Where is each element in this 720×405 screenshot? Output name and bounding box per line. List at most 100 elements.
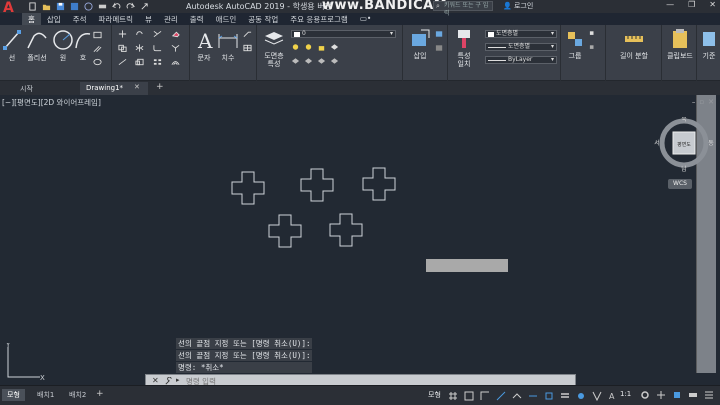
tab-parametric[interactable]: 파라메트릭 — [93, 13, 140, 25]
add-layout-button[interactable]: + — [96, 389, 104, 399]
layer-on-icon[interactable] — [291, 43, 300, 51]
layer-iso-icon[interactable] — [330, 43, 339, 51]
viewport-minimize-icon[interactable]: – — [692, 98, 696, 106]
viewcube-face-label[interactable]: 평면도 — [677, 141, 691, 148]
tab-more[interactable]: ▭• — [354, 13, 378, 25]
layer-properties-button[interactable]: 도면층 특성 — [261, 28, 287, 68]
ellipse-icon[interactable] — [93, 58, 102, 66]
table-icon[interactable] — [243, 44, 252, 52]
command-close-icon[interactable]: ✕ — [152, 376, 159, 385]
move-icon[interactable] — [118, 30, 127, 38]
search-input[interactable]: ⌕ 키워드 또는 구 입력 — [433, 1, 493, 17]
text-button[interactable]: A 문자 — [194, 28, 214, 62]
open-folder-icon[interactable] — [42, 2, 51, 11]
layer-dropdown[interactable]: 0 ▾ — [291, 30, 396, 38]
plus-icon[interactable] — [656, 390, 666, 400]
tab-manage[interactable]: 관리 — [158, 13, 184, 25]
transparency-icon[interactable] — [576, 391, 586, 401]
layer-lock-icon[interactable] — [317, 43, 326, 51]
cross-shape[interactable] — [362, 167, 396, 201]
layout2-tab[interactable]: 배치2 — [64, 389, 91, 401]
layer-current-icon[interactable] — [330, 57, 339, 65]
leader-icon[interactable] — [243, 30, 252, 38]
tab-view[interactable]: 뷰 — [139, 13, 158, 25]
viewcube-west-label[interactable]: 서 — [654, 139, 660, 147]
autocad-logo-icon[interactable]: A — [3, 1, 17, 23]
erase-icon[interactable] — [171, 30, 180, 38]
edit-block-icon[interactable] — [435, 44, 444, 52]
maximize-button[interactable]: ❐ — [688, 0, 695, 9]
ungroup-icon[interactable] — [589, 30, 598, 38]
selection-cycling-icon[interactable] — [592, 391, 602, 401]
grid-icon[interactable] — [448, 391, 458, 401]
lineweight-icon[interactable] — [560, 391, 570, 401]
offset-icon[interactable] — [171, 58, 180, 66]
save-icon[interactable] — [56, 2, 65, 11]
layout1-tab[interactable]: 배치1 — [32, 389, 59, 401]
array-icon[interactable] — [153, 58, 162, 66]
cross-shape[interactable] — [300, 168, 334, 202]
hatch-icon[interactable] — [93, 45, 102, 53]
model-layout-tab[interactable]: 모형 — [2, 389, 25, 401]
copy-icon[interactable] — [118, 44, 127, 52]
tab-collaborate[interactable]: 공동 작업 — [242, 13, 284, 25]
viewcube-north-label[interactable]: 북 — [681, 117, 687, 123]
polar-icon[interactable] — [496, 391, 506, 401]
tab-featured-apps[interactable]: 주요 응용프로그램 — [284, 13, 354, 25]
viewcube-south-label[interactable]: 남 — [681, 165, 687, 173]
undo-icon[interactable] — [112, 2, 121, 11]
tab-home[interactable]: 홈 — [22, 13, 41, 25]
mirror-icon[interactable] — [135, 44, 144, 52]
line-button[interactable]: 선 — [2, 28, 22, 62]
arc-button[interactable]: 호 — [74, 28, 92, 62]
snap-icon[interactable] — [464, 391, 474, 401]
rotate-icon[interactable] — [135, 30, 144, 38]
base-button[interactable]: 기준 — [698, 28, 720, 60]
redo-icon[interactable] — [126, 2, 135, 11]
group-edit-icon[interactable] — [589, 44, 598, 52]
measure-button[interactable]: 길이 분할 — [611, 28, 657, 60]
group-button[interactable]: 그룹 — [565, 28, 585, 60]
new-file-icon[interactable] — [28, 2, 37, 11]
gear-icon[interactable] — [640, 390, 650, 400]
layer-previous-icon[interactable] — [317, 57, 326, 65]
rectangle-icon[interactable] — [93, 31, 102, 39]
new-tab-button[interactable]: + — [156, 82, 164, 92]
minimize-button[interactable]: — — [666, 0, 674, 9]
viewport-controls-label[interactable]: [−][평면도][2D 와이어프레임] — [2, 97, 101, 108]
tab-insert[interactable]: 삽입 — [41, 13, 67, 25]
share-icon[interactable] — [140, 2, 149, 11]
annotation-scale-icon[interactable]: A — [608, 391, 618, 401]
layer-freeze-icon[interactable] — [304, 43, 313, 51]
command-recent-icon[interactable]: ▸ — [176, 376, 180, 384]
cross-shape[interactable] — [231, 171, 265, 205]
polyline-button[interactable]: 폴리선 — [24, 28, 50, 62]
tab-annotate[interactable]: 주석 — [67, 13, 93, 25]
isolate-objects-icon[interactable] — [672, 390, 682, 400]
osnap-icon[interactable] — [544, 391, 554, 401]
stretch-icon[interactable] — [118, 58, 127, 66]
web-icon[interactable] — [84, 2, 93, 11]
lineweight-dropdown[interactable]: ByLayer ▾ — [485, 56, 557, 64]
drawing-area[interactable]: [−][평면도][2D 와이어프레임] – ▫ ✕ 평면도 북 서 동 남 WC… — [0, 95, 720, 388]
trim-icon[interactable] — [153, 30, 162, 38]
close-tab-icon[interactable]: ✕ — [134, 83, 140, 91]
wcs-menu[interactable]: WCS — [668, 179, 692, 189]
scale-icon[interactable] — [135, 58, 144, 66]
model-space-toggle[interactable]: 모형 — [428, 390, 441, 400]
login-button[interactable]: 👤 로그인 — [503, 1, 533, 11]
annotation-scale-dropdown[interactable]: 1:1 — [620, 390, 631, 398]
color-dropdown[interactable]: 도면층별 ▾ — [485, 30, 557, 38]
linetype-dropdown[interactable]: 도면층별 ▾ — [485, 43, 557, 51]
menu-icon[interactable] — [704, 390, 714, 400]
hardware-acceleration-icon[interactable] — [688, 390, 698, 400]
tab-output[interactable]: 출력 — [184, 13, 210, 25]
explode-icon[interactable] — [171, 44, 180, 52]
insert-button[interactable]: 삽입 — [408, 28, 432, 60]
match-properties-button[interactable]: 특성 일치 — [452, 28, 476, 68]
create-block-icon[interactable] — [435, 30, 444, 38]
isodraft-icon[interactable] — [512, 391, 522, 401]
ortho-icon[interactable] — [480, 391, 490, 401]
layer-walk-icon[interactable] — [291, 57, 300, 65]
circle-button[interactable]: 원 — [52, 28, 74, 62]
